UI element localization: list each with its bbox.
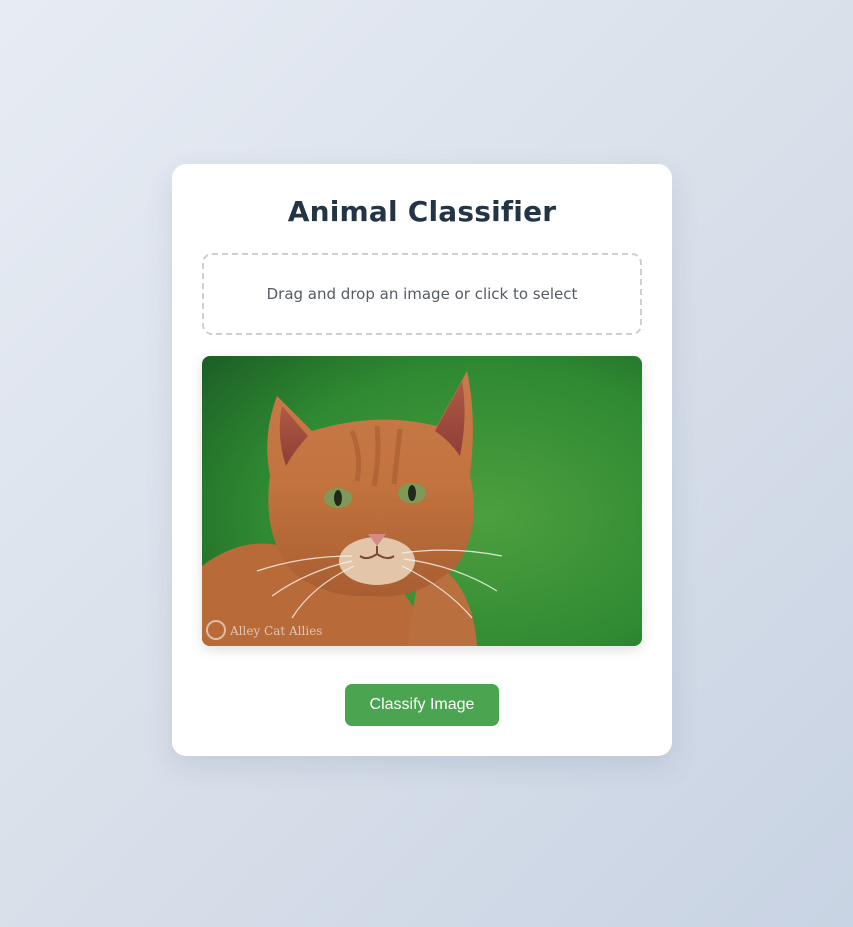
classify-image-button[interactable]: Classify Image xyxy=(345,684,499,726)
photo-watermark: Alley Cat Allies xyxy=(229,624,322,638)
dropzone-prompt: Drag and drop an image or click to selec… xyxy=(266,285,578,303)
classifier-card: Animal Classifier Drag and drop an image… xyxy=(172,164,672,756)
page-title: Animal Classifier xyxy=(287,195,557,228)
image-dropzone[interactable]: Drag and drop an image or click to selec… xyxy=(202,253,642,335)
image-preview: Alley Cat Allies xyxy=(202,356,642,646)
cat-photo: Alley Cat Allies xyxy=(202,356,642,646)
